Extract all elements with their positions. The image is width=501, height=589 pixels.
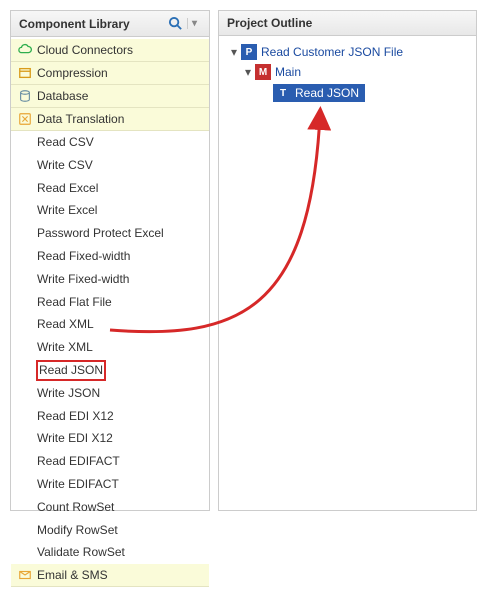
component-item[interactable]: Read EDIFACT xyxy=(11,450,209,473)
tree-label-main[interactable]: Main xyxy=(275,65,301,79)
module-badge-icon: M xyxy=(255,64,271,80)
component-item[interactable]: Write CSV xyxy=(11,154,209,177)
component-item[interactable]: Read CSV xyxy=(11,131,209,154)
category-label: Data Translation xyxy=(37,112,124,126)
component-item[interactable]: Count RowSet xyxy=(11,496,209,519)
category-label: Compression xyxy=(37,66,108,80)
archive-icon xyxy=(17,65,33,81)
tree-label-project[interactable]: Read Customer JSON File xyxy=(261,45,403,59)
category-compression[interactable]: Compression xyxy=(11,62,209,85)
project-outline-title: Project Outline xyxy=(227,16,312,30)
component-item[interactable]: Password Protect Excel xyxy=(11,222,209,245)
project-outline-panel: Project Outline ▾ P Read Customer JSON F… xyxy=(218,10,477,511)
component-item[interactable]: Write XML xyxy=(11,336,209,359)
tree-row-project[interactable]: ▾ P Read Customer JSON File xyxy=(225,42,470,62)
component-item[interactable]: Write Fixed-width xyxy=(11,268,209,291)
tree-toggle-icon[interactable]: ▾ xyxy=(241,65,255,79)
component-library-panel: Component Library ▾ Cloud Connectors Comp… xyxy=(10,10,210,511)
category-email-sms[interactable]: Email & SMS xyxy=(11,564,209,587)
project-outline-body: ▾ P Read Customer JSON File ▾ M Main T R… xyxy=(219,36,476,110)
component-item[interactable]: Validate RowSet xyxy=(11,541,209,564)
component-item[interactable]: Read Flat File xyxy=(11,291,209,314)
tree-row-read-json[interactable]: T Read JSON xyxy=(225,82,470,104)
tree-toggle-icon[interactable]: ▾ xyxy=(227,45,241,59)
mail-icon xyxy=(17,567,33,583)
project-outline-header: Project Outline xyxy=(219,11,476,36)
component-item[interactable]: Read EDI X12 xyxy=(11,405,209,428)
component-library-header: Component Library ▾ xyxy=(11,11,209,37)
search-icon[interactable] xyxy=(168,16,183,31)
tree-row-main[interactable]: ▾ M Main xyxy=(225,62,470,82)
component-library-body: Cloud Connectors Compression Database Data … xyxy=(11,37,209,589)
category-label: Cloud Connectors xyxy=(37,43,133,57)
translate-icon xyxy=(17,111,33,127)
category-cloud[interactable]: Cloud Connectors xyxy=(11,39,209,62)
task-badge-icon: T xyxy=(275,85,291,101)
cloud-icon xyxy=(17,42,33,58)
component-item[interactable]: Read Fixed-width xyxy=(11,245,209,268)
component-item[interactable]: Write Excel xyxy=(11,199,209,222)
component-item[interactable]: Write JSON xyxy=(11,382,209,405)
category-label: Email & SMS xyxy=(37,568,108,582)
tree-label-read-json[interactable]: T Read JSON xyxy=(273,84,365,102)
component-item[interactable]: Read JSON xyxy=(37,361,105,380)
component-library-title: Component Library xyxy=(19,17,130,31)
category-data-translation[interactable]: Data Translation xyxy=(11,108,209,131)
component-item[interactable]: Modify RowSet xyxy=(11,519,209,542)
category-label: Database xyxy=(37,89,88,103)
component-item[interactable]: Read Excel xyxy=(11,177,209,200)
tree-label-read-json-text: Read JSON xyxy=(295,86,359,100)
component-item[interactable]: Write EDI X12 xyxy=(11,427,209,450)
dropdown-icon[interactable]: ▾ xyxy=(187,18,201,29)
category-database[interactable]: Database xyxy=(11,85,209,108)
component-item[interactable]: Write EDIFACT xyxy=(11,473,209,496)
project-badge-icon: P xyxy=(241,44,257,60)
db-icon xyxy=(17,88,33,104)
component-item[interactable]: Read XML xyxy=(11,313,209,336)
